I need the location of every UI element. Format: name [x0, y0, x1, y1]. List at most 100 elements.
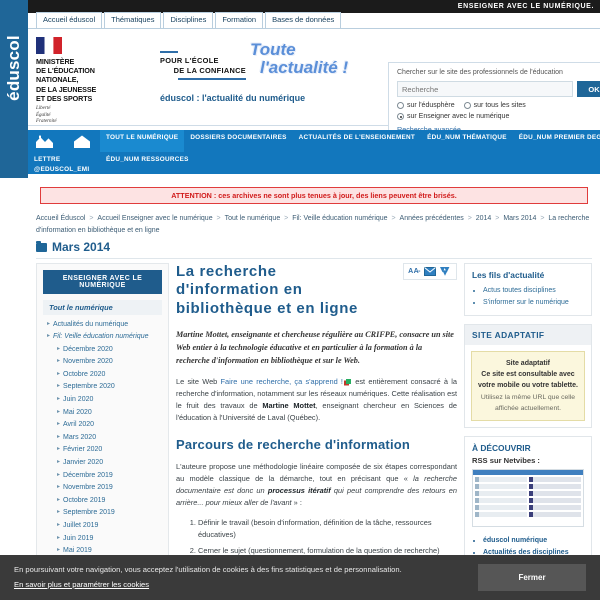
main-nav-row-2: LETTRE @EDUSCOL_EMI ÉDU_NUM RESSOURCES	[28, 152, 600, 174]
breadcrumb-separator: >	[493, 215, 502, 222]
sidebar-item-label: Avril 2020	[63, 421, 95, 429]
article-chapo: Martine Mottet, enseignante et chercheus…	[176, 329, 454, 366]
adaptive-strong-text: Site adaptatif Ce site est consultable av…	[478, 360, 578, 390]
chevron-right-icon: ▸	[57, 459, 61, 466]
sidebar-item[interactable]: ▸ Octobre 2019	[57, 494, 168, 507]
tab-bases-de-donnees[interactable]: Bases de données	[265, 12, 342, 28]
cookie-close-button[interactable]: Fermer	[478, 564, 586, 591]
nav-actualites-enseignement[interactable]: ACTUALITÉS DE L'ENSEIGNEMENT	[293, 130, 421, 152]
radio-edusphere-label: sur l'édusphère	[407, 102, 455, 109]
sidebar-item-label: Mars 2020	[63, 433, 97, 441]
sidebar-item[interactable]: ▸ Actualités du numérique	[47, 318, 168, 331]
sidebar-section-title[interactable]: Tout le numérique	[43, 300, 162, 315]
breadcrumb-item[interactable]: Mars 2014	[503, 215, 536, 222]
sidebar-item[interactable]: ▸ Novembre 2020	[57, 356, 168, 369]
breadcrumb-item[interactable]: Accueil Éduscol	[36, 215, 85, 222]
radio-enseigner-numerique-label: sur Enseigner avec le numérique	[407, 113, 510, 120]
eduscol-logo[interactable]: éduscol	[4, 12, 24, 124]
breadcrumb-separator: >	[465, 215, 474, 222]
nav-edunum-thematique[interactable]: ÉDU_NUM THÉMATIQUE	[421, 130, 513, 152]
adaptive-site-panel: SITE ADAPTATIF Site adaptatif Ce site est…	[464, 324, 592, 429]
site-tabstrip: Accueil éduscol Thématiques Disciplines …	[28, 12, 600, 29]
sidebar-item-label: Septembre 2019	[63, 509, 115, 517]
chevron-right-icon: ▸	[57, 471, 61, 478]
discover-panel-title: À DÉCOUVRIR	[472, 443, 531, 454]
breadcrumb: Accueil Éduscol > Accueil Enseigner avec…	[36, 213, 592, 237]
breadcrumb-item[interactable]: Années précédentes	[400, 215, 464, 222]
sidebar-item-label: Actualités du numérique	[53, 320, 129, 328]
sidebar-item[interactable]: ▸ Octobre 2020	[57, 368, 168, 381]
nav-tout-le-numerique[interactable]: TOUT LE NUMÉRIQUE	[100, 130, 185, 152]
adaptive-notice: Site adaptatif Ce site est consultable av…	[471, 351, 585, 422]
thumbnail-line	[475, 498, 527, 504]
sidebar-item[interactable]: ▸ Janvier 2020	[57, 457, 168, 470]
search-scope-row-2: sur Enseigner avec le numérique	[397, 113, 600, 120]
chevron-right-icon: ▸	[57, 408, 61, 415]
sidebar-item[interactable]: ▸ Novembre 2019	[57, 482, 168, 495]
feed-link[interactable]: Actus toutes disciplines	[483, 285, 584, 297]
breadcrumb-item[interactable]: Accueil Enseigner avec le numérique	[97, 215, 212, 222]
sidebar-item[interactable]: ▸ Février 2020	[57, 444, 168, 457]
sidebar-item[interactable]: ▸ Septembre 2020	[57, 381, 168, 394]
sidebar-item[interactable]: ▸ Décembre 2020	[57, 343, 168, 356]
toute-lactualite-art: Toute l'actualité !	[250, 41, 380, 77]
faire-une-recherche-link[interactable]: Faire une recherche, ça s'apprend !	[221, 377, 343, 386]
breadcrumb-separator: >	[87, 215, 96, 222]
main-navigation: TOUT LE NUMÉRIQUE DOSSIERS DOCUMENTAIRES…	[28, 130, 600, 174]
search-submit-button[interactable]: OK	[577, 81, 600, 97]
tab-formation[interactable]: Formation	[215, 12, 264, 28]
mail-icon[interactable]	[424, 267, 436, 276]
thumbnail-col-left	[475, 477, 527, 524]
radio-tous-les-sites[interactable]	[463, 102, 471, 109]
search-input[interactable]	[397, 81, 573, 97]
tab-disciplines[interactable]: Disciplines	[163, 12, 214, 28]
sidebar-item-label: Novembre 2019	[63, 484, 113, 492]
home-icon[interactable]	[64, 130, 100, 152]
breadcrumb-item[interactable]: 2014	[476, 215, 492, 222]
p2-quote-bold: processus itératif	[267, 486, 331, 496]
sidebar-item[interactable]: ▸ Septembre 2019	[57, 507, 168, 520]
nav-edunum-ressources[interactable]: ÉDU_NUM RESSOURCES	[100, 152, 195, 174]
sidebar-item[interactable]: ▸ Mars 2020	[57, 431, 168, 444]
thumbnail-line	[529, 484, 581, 490]
chevron-right-icon: ▸	[57, 496, 61, 503]
sidebar-item-label: Juin 2020	[63, 396, 94, 404]
sidebar-item[interactable]: ▸ Avril 2020	[57, 419, 168, 432]
sidebar-item[interactable]: ▸ Mai 2020	[57, 406, 168, 419]
thumbnail-line	[475, 477, 527, 483]
ministry-logo-block: MINISTÈRE DE L'ÉDUCATION NATIONALE, DE LA J…	[36, 37, 156, 126]
breadcrumb-item[interactable]: Tout le numérique	[225, 215, 281, 222]
archive-warning-banner: ATTENTION : ces archives ne sont plus te…	[40, 187, 588, 204]
cookie-settings-link[interactable]: En savoir plus et paramétrer les cookies	[14, 578, 478, 592]
sidebar-item[interactable]: ▸ Juin 2020	[57, 394, 168, 407]
methodology-step: Définir le travail (besoin d'information…	[198, 517, 457, 541]
ecole-line-2: DE LA CONFIANCE	[173, 66, 246, 75]
tab-accueil-eduscol[interactable]: Accueil éduscol	[36, 12, 103, 28]
breadcrumb-item[interactable]: Fil: Veille éducation numérique	[292, 215, 387, 222]
search-scope-row-1: sur l'édusphère sur tous les sites	[397, 102, 600, 109]
tab-thematiques[interactable]: Thématiques	[104, 12, 162, 28]
share-icon[interactable]	[440, 267, 452, 276]
houses-icon[interactable]	[28, 130, 64, 152]
netvibes-thumbnail[interactable]	[472, 469, 584, 528]
nav-dossiers-documentaires[interactable]: DOSSIERS DOCUMENTAIRES	[184, 130, 292, 152]
feed-link[interactable]: S'informer sur le numérique	[483, 297, 584, 309]
site-header: MINISTÈRE DE L'ÉDUCATION NATIONALE, DE LA J…	[28, 29, 600, 154]
font-size-icon[interactable]: A A-	[408, 268, 420, 275]
breadcrumb-separator: >	[282, 215, 291, 222]
sidebar-item[interactable]: ▸ Juillet 2019	[57, 520, 168, 533]
external-link-icon	[343, 378, 351, 386]
discover-link[interactable]: éduscol numérique	[483, 535, 584, 547]
radio-edusphere[interactable]	[397, 102, 404, 109]
feeds-panel: Les fils d'actualité Actus toutes discip…	[464, 263, 592, 317]
sidebar-item[interactable]: ▸ Fil: Veille éducation numérique	[47, 331, 168, 344]
radio-enseigner-numerique[interactable]	[397, 113, 404, 120]
nav-edunum-premier-degre[interactable]: ÉDU_NUM PREMIER DEGRÉ	[513, 130, 600, 152]
nav-lettre-eduscol-emi[interactable]: LETTRE @EDUSCOL_EMI	[28, 152, 100, 174]
main-nav-row-1: TOUT LE NUMÉRIQUE DOSSIERS DOCUMENTAIRES…	[28, 130, 600, 152]
sidebar-item[interactable]: ▸ Décembre 2019	[57, 469, 168, 482]
adaptive-panel-title: SITE ADAPTATIF	[465, 325, 591, 346]
sidebar-item-label: Décembre 2020	[63, 345, 113, 353]
sidebar-item[interactable]: ▸ Juin 2019	[57, 532, 168, 545]
sidebar-item-label: Juillet 2019	[63, 522, 99, 529]
